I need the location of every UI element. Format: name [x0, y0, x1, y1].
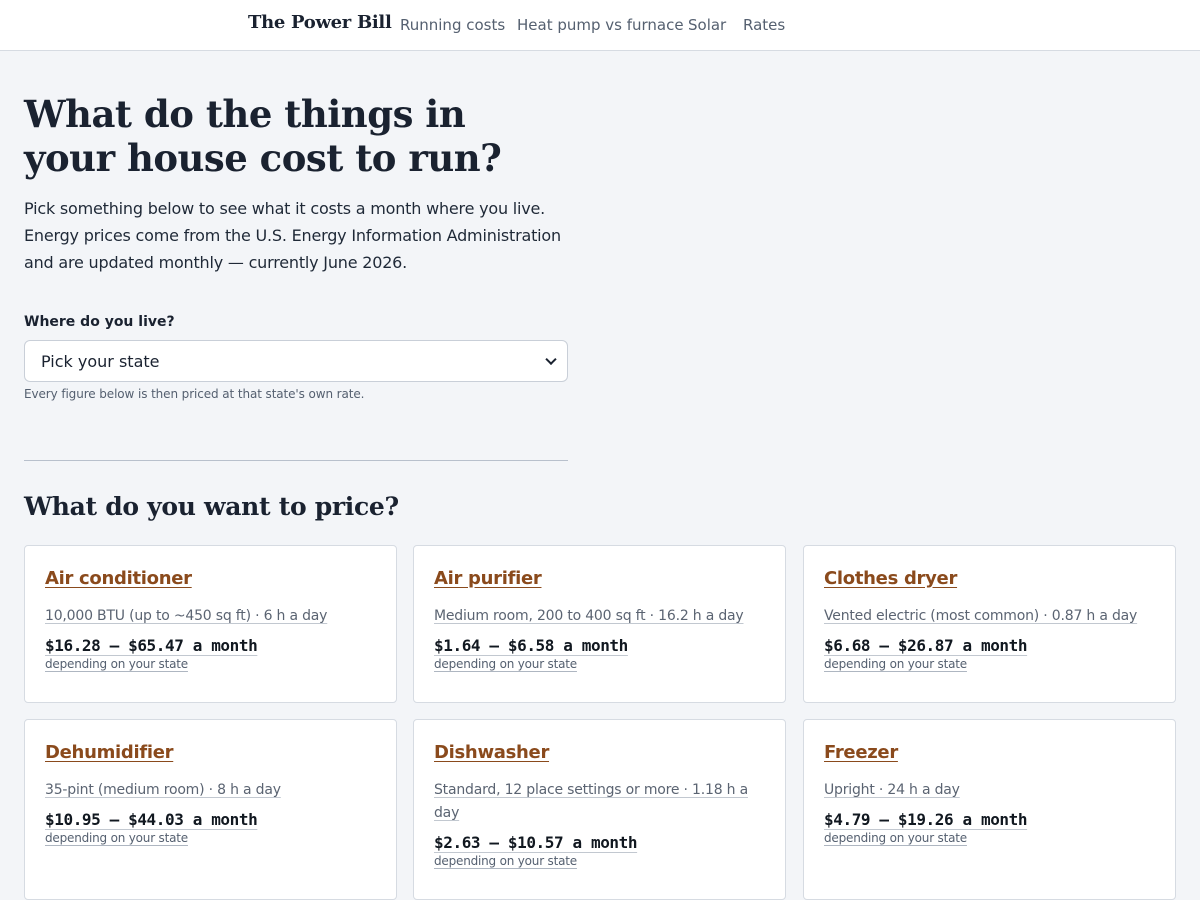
appliance-card-title[interactable]: Air purifier	[434, 568, 542, 589]
nav-link-solar[interactable]: Solar	[688, 16, 726, 34]
chevron-down-icon	[545, 353, 557, 366]
site-logo[interactable]: The Power Bill	[248, 12, 392, 33]
appliance-card-clothes-dryer[interactable]: Clothes dryer Vented electric (most comm…	[803, 545, 1176, 703]
appliance-card-cost-range: $2.63 – $10.57 a month	[434, 833, 638, 852]
appliance-card-spec: Standard, 12 place settings or more · 1.…	[434, 782, 748, 821]
appliance-card-spec: Upright · 24 h a day	[824, 782, 960, 798]
appliance-card-title[interactable]: Clothes dryer	[824, 568, 957, 589]
appliance-card-note: depending on your state	[824, 657, 967, 671]
intro-line-2: Energy prices come from the U.S. Energy …	[24, 226, 561, 245]
appliance-card-air-conditioner[interactable]: Air conditioner 10,000 BTU (up to ~450 s…	[24, 545, 397, 703]
state-select-helper-text: Every figure below is then priced at tha…	[24, 387, 365, 401]
intro-line-3: and are updated monthly — currently June…	[24, 253, 408, 272]
appliance-card-note: depending on your state	[824, 831, 967, 845]
appliance-card-note: depending on your state	[434, 854, 577, 868]
appliance-card-freezer[interactable]: Freezer Upright · 24 h a day $4.79 – $19…	[803, 719, 1176, 900]
section-divider	[24, 460, 568, 461]
appliance-card-note: depending on your state	[45, 831, 188, 845]
appliance-card-spec: 10,000 BTU (up to ~450 sq ft) · 6 h a da…	[45, 608, 328, 624]
nav-link-heat-pump-vs-furnace[interactable]: Heat pump vs furnace	[517, 16, 684, 34]
appliance-card-cost-range: $6.68 – $26.87 a month	[824, 636, 1028, 655]
appliance-card-dehumidifier[interactable]: Dehumidifier 35-pint (medium room) · 8 h…	[24, 719, 397, 900]
appliance-card-cost-range: $10.95 – $44.03 a month	[45, 810, 258, 829]
appliance-card-note: depending on your state	[434, 657, 577, 671]
intro-line-1: Pick something below to see what it cost…	[24, 199, 546, 218]
appliance-card-title[interactable]: Dehumidifier	[45, 742, 174, 763]
page-title-line-1: What do the things in	[24, 92, 466, 136]
appliance-card-cost-range: $16.28 – $65.47 a month	[45, 636, 258, 655]
intro-paragraph: Pick something below to see what it cost…	[24, 195, 584, 276]
appliance-card-spec: Vented electric (most common) · 0.87 h a…	[824, 608, 1138, 624]
appliance-card-air-purifier[interactable]: Air purifier Medium room, 200 to 400 sq …	[413, 545, 786, 703]
appliance-card-note: depending on your state	[45, 657, 188, 671]
state-select[interactable]: Pick your state	[24, 340, 568, 382]
appliance-card-dishwasher[interactable]: Dishwasher Standard, 12 place settings o…	[413, 719, 786, 900]
page-title-line-2: your house cost to run?	[24, 136, 502, 180]
appliance-card-title[interactable]: Freezer	[824, 742, 898, 763]
appliance-card-cost-range: $1.64 – $6.58 a month	[434, 636, 628, 655]
top-navigation-bar: The Power Bill Running costs Heat pump v…	[0, 0, 1200, 51]
nav-link-rates[interactable]: Rates	[743, 16, 785, 34]
section-title: What do you want to price?	[24, 492, 399, 521]
nav-link-running-costs[interactable]: Running costs	[400, 16, 505, 34]
appliance-card-title[interactable]: Dishwasher	[434, 742, 549, 763]
appliance-card-spec: Medium room, 200 to 400 sq ft · 16.2 h a…	[434, 608, 744, 624]
state-select-value: Pick your state	[41, 351, 160, 371]
appliance-card-spec: 35-pint (medium room) · 8 h a day	[45, 782, 281, 798]
appliance-card-title[interactable]: Air conditioner	[45, 568, 192, 589]
state-select-label: Where do you live?	[24, 314, 175, 330]
page-title: What do the things in your house cost to…	[24, 92, 584, 180]
appliance-card-cost-range: $4.79 – $19.26 a month	[824, 810, 1028, 829]
